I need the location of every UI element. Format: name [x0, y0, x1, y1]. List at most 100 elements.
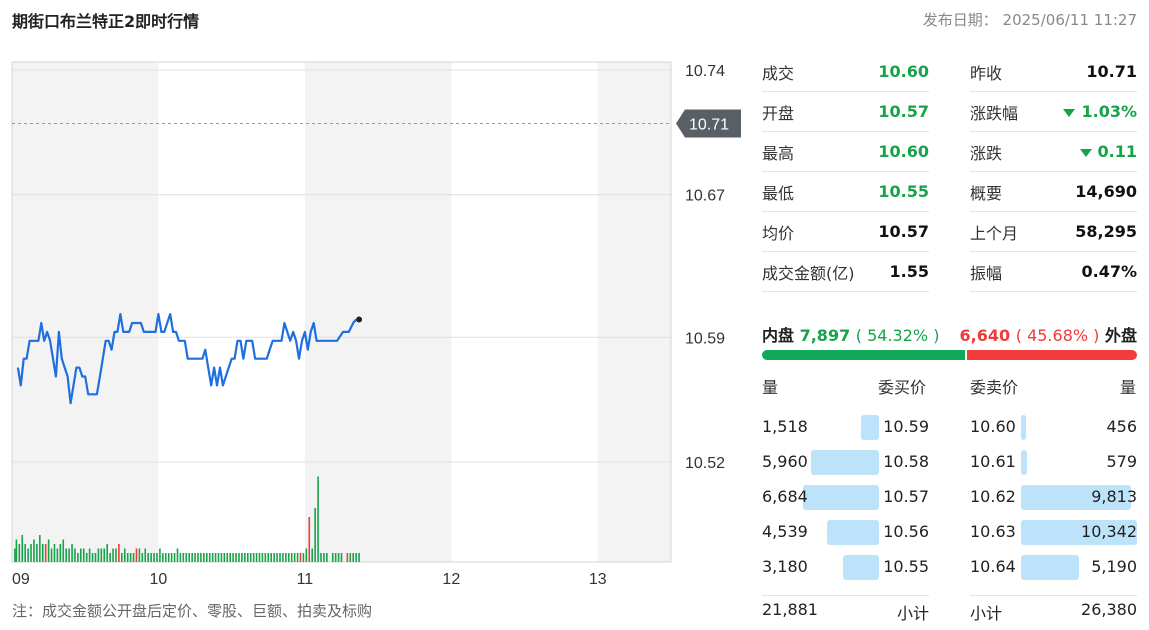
volume-bar [123, 548, 126, 562]
chart-hour-band [158, 62, 305, 562]
bid-price: 10.58 [883, 452, 929, 471]
bid-volume: 4,539 [762, 522, 808, 541]
volume-bar [106, 544, 108, 562]
stat-value: 10.57 [878, 222, 929, 241]
outer-volume-label: 外盘 [1104, 326, 1137, 345]
page-title: 期街口布兰特正2即时行情 [12, 12, 200, 31]
volume-bar [308, 517, 311, 562]
ask-price: 10.63 [970, 522, 1016, 541]
stat-value-text: 10.57 [878, 102, 929, 121]
volume-bar [337, 553, 340, 562]
x-tick-label: 12 [442, 571, 460, 588]
volume-bar [33, 539, 35, 562]
volume-bar [194, 553, 196, 562]
stat-label: 涨跌 [970, 143, 1003, 163]
stat-value: 0.47% [1081, 262, 1137, 281]
stat-label: 成交金额(亿) [762, 263, 855, 283]
volume-bar [100, 548, 103, 562]
stat-value: 1.03% [1063, 102, 1137, 121]
y-tick-label: 10.52 [685, 455, 725, 472]
volume-bar [56, 548, 59, 562]
volume-bar [346, 553, 349, 562]
volume-bar [173, 553, 176, 562]
bid-row: 6,684 10.57 [762, 480, 929, 515]
stat-value-text: 10.57 [878, 222, 929, 241]
volume-bar [82, 548, 85, 562]
volume-bar [267, 553, 270, 562]
stat-label: 最高 [762, 143, 795, 163]
volume-bar [276, 553, 278, 562]
publish-date-value: 2025/06/11 11:27 [1002, 11, 1137, 29]
stat-label: 上个月 [970, 223, 1019, 243]
volume-bar [77, 553, 79, 562]
bid-row: 3,180 10.55 [762, 550, 929, 585]
bid-volume-bar [803, 485, 879, 510]
volume-bar [226, 553, 229, 562]
volume-bar [50, 548, 53, 562]
bid-volume: 5,960 [762, 452, 808, 471]
stat-value-text: 10.55 [878, 182, 929, 201]
stat-label: 均价 [762, 223, 795, 243]
ask-volume: 9,813 [1091, 487, 1137, 506]
stats-right-column: 昨收 10.71 涨跌幅 1.03% 涨跌 0.11 概要 14,690 上个月 58,295 振幅… [970, 52, 1137, 292]
volume-bar [340, 553, 343, 562]
volume-bar [246, 553, 249, 562]
ask-price: 10.62 [970, 487, 1016, 506]
volume-bar [252, 553, 255, 562]
volume-bar [258, 553, 261, 562]
inner-volume-pct: ( 54.32% ) [855, 326, 940, 345]
ask-price-header: 委卖价 [970, 378, 1019, 397]
ask-total-label: 小计 [970, 604, 1003, 623]
volume-bar [229, 553, 232, 562]
stat-value-text: 10.71 [1086, 62, 1137, 81]
chart-hour-band [12, 62, 159, 562]
volume-bar [317, 476, 319, 562]
bid-price: 10.56 [883, 522, 929, 541]
volume-bar [352, 553, 355, 562]
volume-bar [97, 548, 100, 562]
last-price-dot [356, 316, 363, 323]
volume-bar [85, 553, 88, 562]
volume-bar [170, 553, 173, 562]
inner-outer-ratio-bar [762, 350, 1137, 360]
stat-value: 10.60 [878, 62, 929, 81]
stat-row: 均价 10.57 [762, 212, 929, 252]
stat-value: 10.55 [878, 182, 929, 201]
bid-volume-bar [842, 555, 879, 580]
stat-value-text: 10.60 [878, 62, 929, 81]
volume-bar [334, 553, 337, 562]
stat-label: 最低 [762, 183, 795, 203]
volume-bar [296, 553, 299, 562]
stat-label: 概要 [970, 183, 1003, 203]
stat-row: 概要 14,690 [970, 172, 1137, 212]
volume-bar [217, 553, 220, 562]
volume-bar [220, 553, 223, 562]
volume-bar [320, 553, 322, 562]
inner-volume-value: 7,897 [799, 326, 851, 345]
stat-row: 最低 10.55 [762, 172, 929, 212]
stat-value-text: 0.47% [1081, 262, 1137, 281]
bid-total-label: 小计 [896, 604, 929, 623]
x-tick-label: 11 [297, 571, 314, 588]
volume-bar [135, 548, 138, 562]
ask-total-divider [970, 595, 1137, 596]
volume-bar [244, 553, 246, 562]
volume-bar [44, 544, 47, 562]
stat-row: 成交金额(亿) 1.55 [762, 252, 929, 292]
ask-volume-bar [1021, 450, 1028, 475]
outer-ratio-fill [966, 350, 1137, 360]
volume-bar [185, 553, 188, 562]
volume-bar [18, 544, 21, 562]
volume-bar [30, 544, 32, 562]
publish-date-label: 发布日期： [922, 11, 998, 29]
volume-bar [94, 553, 97, 562]
stat-row: 最高 10.60 [762, 132, 929, 172]
stat-label: 成交 [762, 63, 795, 83]
intraday-chart[interactable]: 10.74 10.67 10.59 10.52 09 10 11 12 13 10.71 [0, 50, 750, 595]
volume-bar [167, 553, 170, 562]
volume-bar [126, 553, 129, 562]
volume-bar [162, 553, 164, 562]
volume-bar [326, 553, 328, 562]
stat-value: 10.60 [878, 142, 929, 161]
volume-bar [203, 553, 205, 562]
